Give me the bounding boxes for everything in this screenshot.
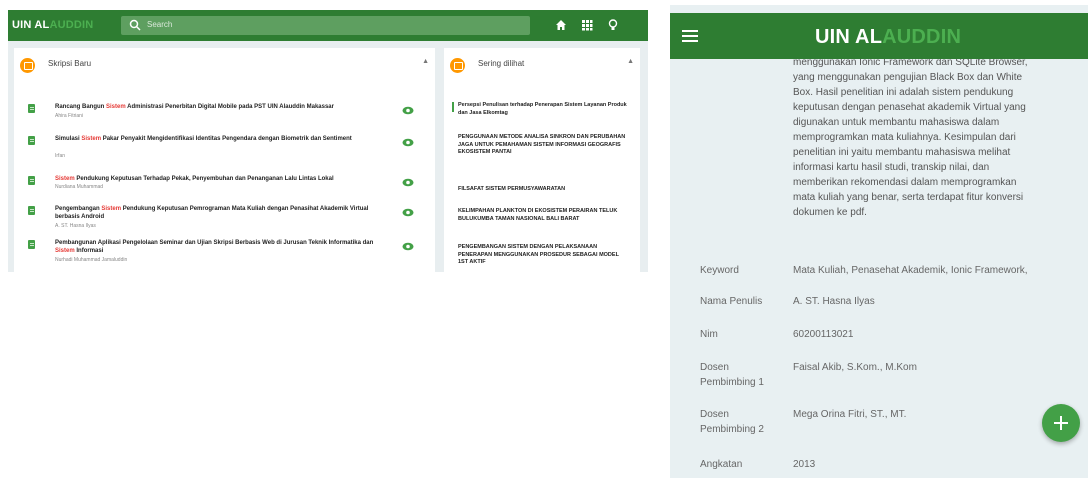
folder-icon — [20, 58, 35, 73]
abstract-text: menggunakan Ionic Framework dan SQLite B… — [793, 55, 1079, 220]
abstract-line: informasi kartu hasil studi, transkip ni… — [793, 162, 990, 173]
eye-icon[interactable] — [402, 242, 414, 251]
item-author: Ahira Fitriani — [55, 113, 84, 119]
abstract-line: dokumen ke pdf. — [793, 207, 867, 218]
item-title[interactable]: Rancang Bangun Sistem Administrasi Pener… — [55, 104, 375, 112]
item-title[interactable]: Sistem Pendukung Keputusan Terhadap Peka… — [55, 176, 375, 184]
nim-value: 60200113021 — [793, 329, 854, 340]
document-icon — [28, 104, 35, 113]
year-value: 2013 — [793, 459, 816, 470]
author-value: A. ST. Hasna Ilyas — [793, 296, 875, 307]
nim-label: Nim — [700, 329, 718, 340]
item-title[interactable]: Pengembangan Sistem Pendukung Keputusan … — [55, 206, 375, 221]
side-list-item[interactable]: Pengembangan Sistem Dengan Pelaksanaan P… — [458, 244, 628, 267]
abstract-line: memberikan rekomendasi dalam memprogramk… — [793, 177, 1017, 188]
most-viewed-panel: Sering dilihat ▲ Persepsi Penulisan terh… — [444, 48, 640, 272]
label-line: Dosen — [700, 362, 729, 373]
abstract-line: yang menggunakan pengujian Black Box dan… — [793, 72, 1023, 83]
supervisor-2-label: Dosen Pembimbing 2 — [700, 407, 764, 437]
item-title[interactable]: Pembangunan Aplikasi Pengelolaan Seminar… — [55, 240, 375, 255]
item-title[interactable]: Simulasi Sistem Pakar Penyakit Mengident… — [55, 136, 375, 144]
menu-icon[interactable] — [682, 30, 698, 42]
document-icon — [28, 206, 35, 215]
mobile-screenshot: menggunakan Ionic Framework dan SQLite B… — [670, 5, 1088, 478]
abstract-line: keputusan dengan penasehat akademik Virt… — [793, 102, 1026, 113]
supervisor-1-value: Faisal Akib, S.Kom., M.Kom — [793, 362, 917, 373]
abstract-line: penelitian ini yaitu membantu mahasiswa … — [793, 147, 1011, 158]
label-line: Dosen — [700, 409, 729, 420]
supervisor-1-label: Dosen Pembimbing 1 — [700, 360, 764, 390]
eye-icon[interactable] — [402, 138, 414, 147]
keyword-value: Mata Kuliah, Penasehat Akademik, Ionic F… — [793, 265, 1028, 276]
document-icon — [28, 240, 35, 249]
search-bar[interactable]: Search — [121, 16, 530, 35]
label-line: Pembimbing 1 — [700, 377, 764, 388]
grid-icon[interactable] — [580, 18, 594, 32]
top-app-bar: UIN ALAUDDIN Search — [8, 10, 648, 41]
abstract-line: digunakan untuk membantu mahasiswa dalam — [793, 117, 1000, 128]
panel-header: Sering dilihat ▲ — [444, 48, 640, 80]
author-label: Nama Penulis — [700, 296, 763, 307]
app-logo[interactable]: UIN ALAUDDIN — [12, 19, 93, 31]
side-list-item[interactable]: Filsafat Sistem Permusyawaratan — [458, 186, 628, 194]
year-label: Angkatan — [700, 459, 743, 470]
item-author: A. ST. Hasna Ilyas — [55, 223, 96, 229]
item-author: Irfan — [55, 153, 66, 159]
supervisor-2-value: Mega Orina Fitri, ST., MT. — [793, 409, 907, 420]
desktop-screenshot: UIN ALAUDDIN Search Skripsi Baru ▲ Ranca… — [8, 10, 648, 272]
chevron-up-icon[interactable]: ▲ — [422, 58, 429, 65]
side-list-item[interactable]: Persepsi Penulisan terhadap Penerapan Si… — [458, 102, 628, 117]
document-icon — [28, 176, 35, 185]
app-logo[interactable]: UIN ALAUDDIN — [815, 26, 961, 49]
add-button[interactable] — [1042, 404, 1080, 442]
eye-icon[interactable] — [402, 208, 414, 217]
active-marker — [452, 102, 454, 112]
keyword-label: Keyword — [700, 265, 739, 276]
folder-icon — [450, 58, 465, 73]
abstract-line: memprogramkan mata kuliahnya. Kesimpulan… — [793, 132, 1016, 143]
chevron-up-icon[interactable]: ▲ — [627, 58, 634, 65]
side-list-item[interactable]: Penggunaan Metode Analisa Sinkron dan Pe… — [458, 134, 628, 157]
abstract-line: mata kuliah yang benar, serta terdapat f… — [793, 192, 1024, 203]
eye-icon[interactable] — [402, 178, 414, 187]
label-line: Pembimbing 2 — [700, 424, 764, 435]
new-theses-panel: Skripsi Baru ▲ Rancang Bangun Sistem Adm… — [14, 48, 435, 272]
search-icon — [129, 19, 141, 31]
item-author: Nurdiana Muhammad — [55, 184, 104, 190]
panel-title: Sering dilihat — [478, 59, 525, 68]
search-input[interactable]: Search — [147, 20, 172, 29]
item-author: Nurhadi Muhammad Jamaluddin — [55, 257, 128, 263]
panel-title: Skripsi Baru — [48, 59, 92, 68]
panel-header: Skripsi Baru ▲ — [14, 48, 435, 80]
top-app-bar: UIN ALAUDDIN — [670, 13, 1088, 59]
home-icon[interactable] — [554, 18, 568, 32]
abstract-line: Box. Hasil penelitian ini adalah sistem … — [793, 87, 1014, 98]
document-icon — [28, 136, 35, 145]
eye-icon[interactable] — [402, 106, 414, 115]
side-list-item[interactable]: Kelimpahan Plankton di Ekosistem Peraira… — [458, 208, 628, 223]
bulb-icon[interactable] — [606, 18, 620, 32]
